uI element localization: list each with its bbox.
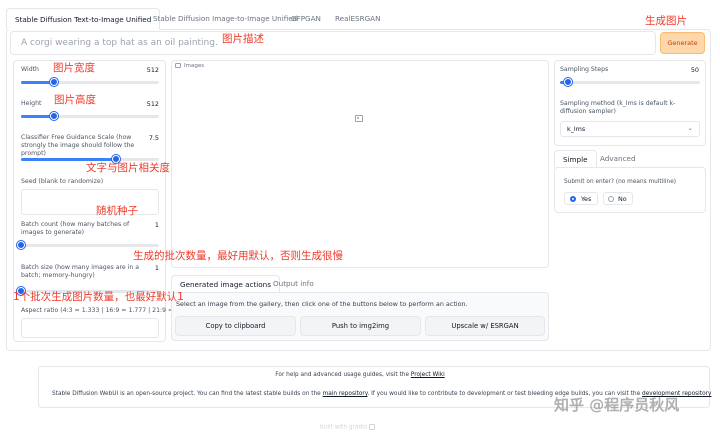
- radio-selected-icon: [570, 196, 576, 202]
- method-label: Sampling method (k_lms is default k-diff…: [560, 100, 676, 115]
- annotation-batch-count: 生成的批次数量，最好用默认，否则生成很慢: [133, 250, 343, 262]
- watermark: 知乎 @程序员秋风: [554, 396, 680, 414]
- footer-repo-text: Stable Diffusion WebUI is an open-source…: [52, 391, 321, 397]
- height-value[interactable]: 512: [135, 100, 159, 108]
- cfg-slider[interactable]: [21, 155, 159, 163]
- height-slider[interactable]: [21, 112, 159, 120]
- tab-txt2img[interactable]: Stable Diffusion Text-to-Image Unified: [6, 8, 161, 30]
- batch-count-value[interactable]: 1: [135, 221, 159, 229]
- cfg-value[interactable]: 7.5: [135, 134, 159, 142]
- steps-label: Sampling Steps: [560, 66, 609, 73]
- upscale-esrgan-button[interactable]: Upscale w/ ESRGAN: [425, 316, 545, 336]
- yes-label: Yes: [581, 195, 592, 203]
- prompt-input[interactable]: A corgi wearing a top hat as an oil pain…: [10, 31, 656, 55]
- project-wiki-link[interactable]: Project Wiki: [411, 372, 445, 378]
- footer-help-text: For help and advanced usage guides, visi…: [275, 372, 410, 378]
- footer-help: For help and advanced usage guides, visi…: [0, 372, 720, 378]
- chevron-down-icon: ⌄: [687, 124, 693, 132]
- tab-advanced[interactable]: Advanced: [592, 150, 644, 168]
- annotation-batch-size: 1个批次生成图片数量，也最好默认1: [13, 291, 184, 303]
- batch-count-slider[interactable]: [17, 241, 159, 249]
- steps-value[interactable]: 50: [675, 66, 699, 74]
- simple-panel: [554, 167, 706, 213]
- tab-realesrgan[interactable]: RealESRGAN: [327, 8, 388, 30]
- annotation-cfg: 文字与图片相关度: [86, 162, 170, 174]
- actions-hint: Select an image from the gallery, then c…: [176, 300, 468, 308]
- aspect-label: Aspect ratio (4:3 = 1.333 | 16:9 = 1.777…: [21, 307, 196, 314]
- tab-generated-actions[interactable]: Generated image actions: [171, 275, 280, 293]
- annotation-width: 图片宽度: [53, 62, 95, 74]
- batch-size-value[interactable]: 1: [135, 264, 159, 272]
- seed-input[interactable]: [21, 189, 159, 215]
- tab-output-info[interactable]: Output info: [265, 275, 322, 293]
- batch-count-slider-thumb[interactable]: [17, 241, 25, 249]
- annotation-generate: 生成图片: [645, 15, 687, 27]
- width-label: Width: [21, 66, 39, 73]
- submit-label: Submit on enter? (no means multiline): [564, 179, 677, 185]
- main-repository-link[interactable]: main repository: [323, 391, 368, 397]
- annotation-prompt: 图片描述: [222, 33, 264, 45]
- width-slider[interactable]: [21, 78, 159, 86]
- no-option[interactable]: No: [603, 192, 633, 205]
- batch-size-label: Batch size (how many images are in a bat…: [21, 264, 140, 279]
- generate-button[interactable]: Generate: [660, 32, 705, 54]
- push-img2img-button[interactable]: Push to img2img: [300, 316, 421, 336]
- image-placeholder-icon: [355, 115, 363, 122]
- width-value[interactable]: 512: [135, 66, 159, 74]
- method-select[interactable]: k_lms ⌄: [560, 121, 700, 137]
- no-label: No: [618, 195, 627, 203]
- built-with-gradio-text: built with gradio: [320, 424, 368, 431]
- tab-simple[interactable]: Simple: [554, 150, 597, 168]
- images-label: Images: [184, 63, 205, 69]
- annotation-height: 图片高度: [54, 94, 96, 106]
- image-gallery: [171, 60, 549, 268]
- gradio-logo-icon: [369, 424, 376, 430]
- radio-unselected-icon: [608, 196, 614, 202]
- prompt-placeholder: A corgi wearing a top hat as an oil pain…: [21, 38, 218, 48]
- tab-img2img[interactable]: Stable Diffusion Image-to-Image Unified: [145, 8, 305, 30]
- image-placeholder-sun: [357, 117, 359, 119]
- copy-clipboard-button[interactable]: Copy to clipboard: [175, 316, 296, 336]
- cfg-slider-fill: [21, 158, 117, 161]
- built-with-gradio[interactable]: built with gradio: [320, 424, 376, 431]
- method-select-value: k_lms: [567, 125, 586, 133]
- seed-label: Seed (blank to randomize): [21, 178, 104, 185]
- cfg-label: Classifier Free Guidance Scale (how stro…: [21, 134, 135, 157]
- height-label: Height: [21, 100, 42, 107]
- yes-option[interactable]: Yes: [564, 192, 598, 205]
- tab-gfpgan[interactable]: GFPGAN: [283, 8, 329, 30]
- steps-slider[interactable]: [560, 78, 700, 86]
- annotation-seed: 随机种子: [96, 205, 138, 217]
- batch-count-label: Batch count (how many batches of images …: [21, 221, 130, 236]
- aspect-input[interactable]: [21, 318, 159, 338]
- image-icon-small: [175, 63, 181, 68]
